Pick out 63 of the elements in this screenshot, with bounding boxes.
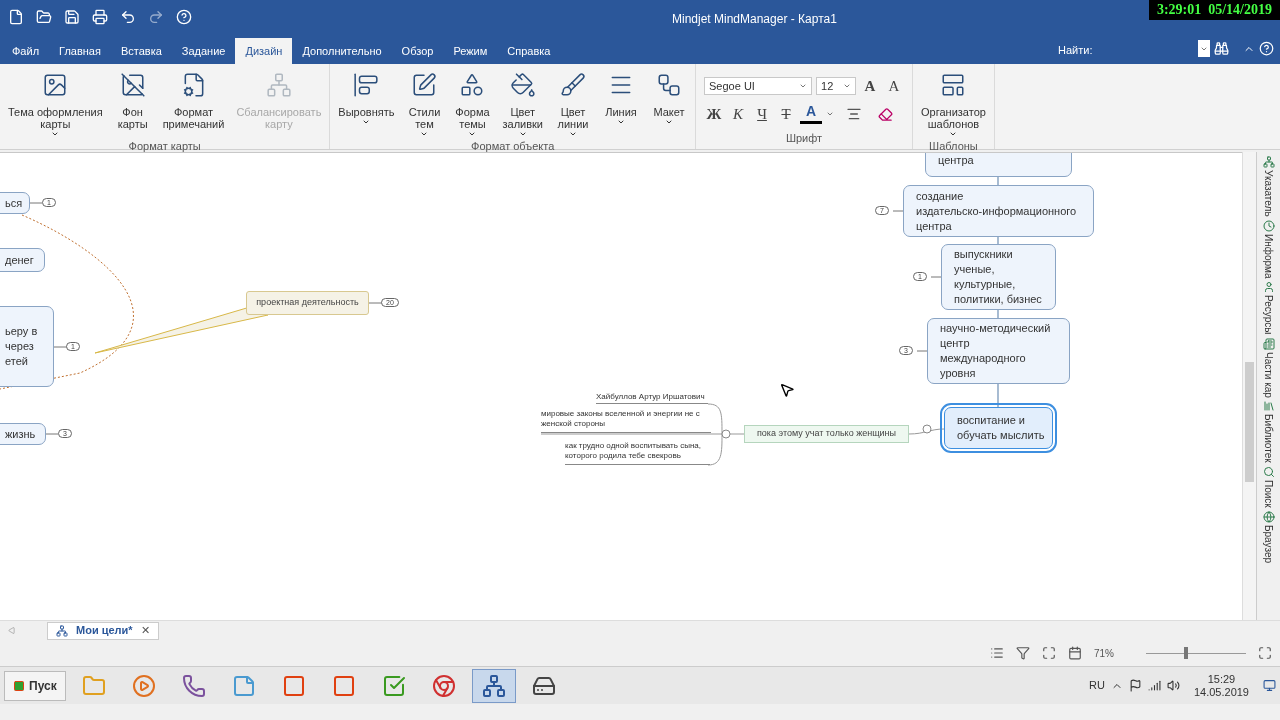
topic-node[interactable]: выпускники ученые, культурные, политики, бизнес	[941, 244, 1056, 310]
ribbon-button[interactable]: Фон карты	[110, 72, 155, 130]
ribbon-button[interactable]: Выровнять	[334, 72, 399, 126]
group-label: Шрифт	[784, 130, 824, 146]
callout-topic[interactable]: проектная деятельность	[246, 291, 369, 315]
ribbon-button[interactable]: Формат примечаний	[158, 72, 229, 130]
tray-time: 15:29	[1207, 672, 1236, 686]
language-indicator[interactable]: RU	[1089, 677, 1105, 694]
side-panel-tab[interactable]: Браузер	[1261, 510, 1276, 563]
side-panel-tab[interactable]: Части кар	[1261, 337, 1276, 398]
search-label: Найти:	[1058, 43, 1093, 58]
topic-node[interactable]: ьеру в через етей	[0, 306, 54, 387]
ribbon-tab[interactable]: Дизайн	[235, 38, 293, 64]
window-title: Mindjet MindManager - Карта1	[672, 11, 837, 28]
underline-button[interactable]: Ч	[752, 104, 772, 124]
group-label: Формат объекта	[470, 139, 556, 154]
ribbon-tab[interactable]: Справка	[497, 38, 561, 64]
close-icon[interactable]: ✕	[140, 622, 150, 639]
ribbon-tab[interactable]: Задание	[171, 38, 236, 64]
strikethrough-button[interactable]: Т	[776, 104, 796, 124]
ribbon-tab[interactable]: Обзор	[391, 38, 444, 64]
topic-node[interactable]: центра	[925, 153, 1072, 177]
topic-node[interactable]: денег	[0, 248, 45, 272]
side-panel-tab[interactable]: Информа	[1261, 219, 1276, 279]
ribbon-button[interactable]: Макет	[647, 72, 691, 126]
note-text[interactable]: мировые законы вселенной и энергии не с женской стороны	[541, 409, 711, 433]
font-color-button[interactable]: A	[800, 104, 822, 124]
ribbon-button[interactable]: Тема оформления карты	[4, 72, 107, 138]
font-field[interactable]: Segoe UI	[704, 77, 812, 95]
note-text[interactable]: как трудно одной воспитывать сына, которого родила тебе свекровь	[565, 441, 710, 465]
ribbon-tab[interactable]: Главная	[49, 38, 111, 64]
topic-node[interactable]: ься	[0, 192, 30, 214]
side-panel-tab[interactable]: Поиск	[1261, 466, 1276, 508]
ribbon-tab[interactable]: Вставка	[110, 38, 172, 64]
group-label: Шаблоны	[928, 139, 979, 154]
start-button[interactable]: Пуск	[4, 670, 66, 701]
note-text[interactable]: Хайбуллов Артур Иршатович	[596, 392, 708, 404]
ribbon-button[interactable]: Организатор шаблонов	[917, 72, 990, 138]
topic-node[interactable]: пока этому учат только женщины	[744, 425, 909, 443]
clock-overlay: 3:29:01 05/14/2019	[1148, 0, 1280, 20]
ribbon-button[interactable]: Цвет линии	[551, 72, 595, 138]
group-label: Формат карты	[127, 139, 202, 154]
document-tab[interactable]: Мои цели* ✕	[47, 621, 159, 640]
ribbon-tab[interactable]: Режим	[443, 38, 498, 64]
topic-node[interactable]: жизнь	[0, 423, 46, 445]
ribbon-button[interactable]: Форма темы	[450, 72, 495, 138]
ribbon-tab[interactable]: Дополнительно	[292, 38, 392, 64]
italic-button[interactable]: К	[728, 104, 748, 124]
side-panel-tab[interactable]: Ресурсы	[1261, 281, 1276, 335]
ribbon-button[interactable]: Цвет заливки	[498, 72, 547, 138]
zoom-level: 71%	[1094, 646, 1115, 661]
ribbon-button[interactable]: Стили тем	[402, 72, 447, 138]
bold-button[interactable]: Ж	[704, 104, 724, 124]
ribbon-button[interactable]: Линия	[599, 72, 643, 126]
ribbon-tab[interactable]: Файл	[2, 38, 50, 64]
topic-node[interactable]: научно-методический центр международного уровня	[927, 318, 1070, 384]
topic-node[interactable]: создание издательско-информационного центра	[903, 185, 1094, 237]
grow-font-button[interactable]: A	[860, 76, 880, 96]
side-panel-tab[interactable]: Библиотек	[1261, 400, 1276, 464]
font-size-field[interactable]: 12	[816, 77, 856, 95]
side-panel-tab[interactable]: Указатель	[1261, 156, 1276, 217]
shrink-font-button[interactable]: A	[884, 76, 904, 96]
tray-date: 14.05.2019	[1193, 685, 1249, 699]
